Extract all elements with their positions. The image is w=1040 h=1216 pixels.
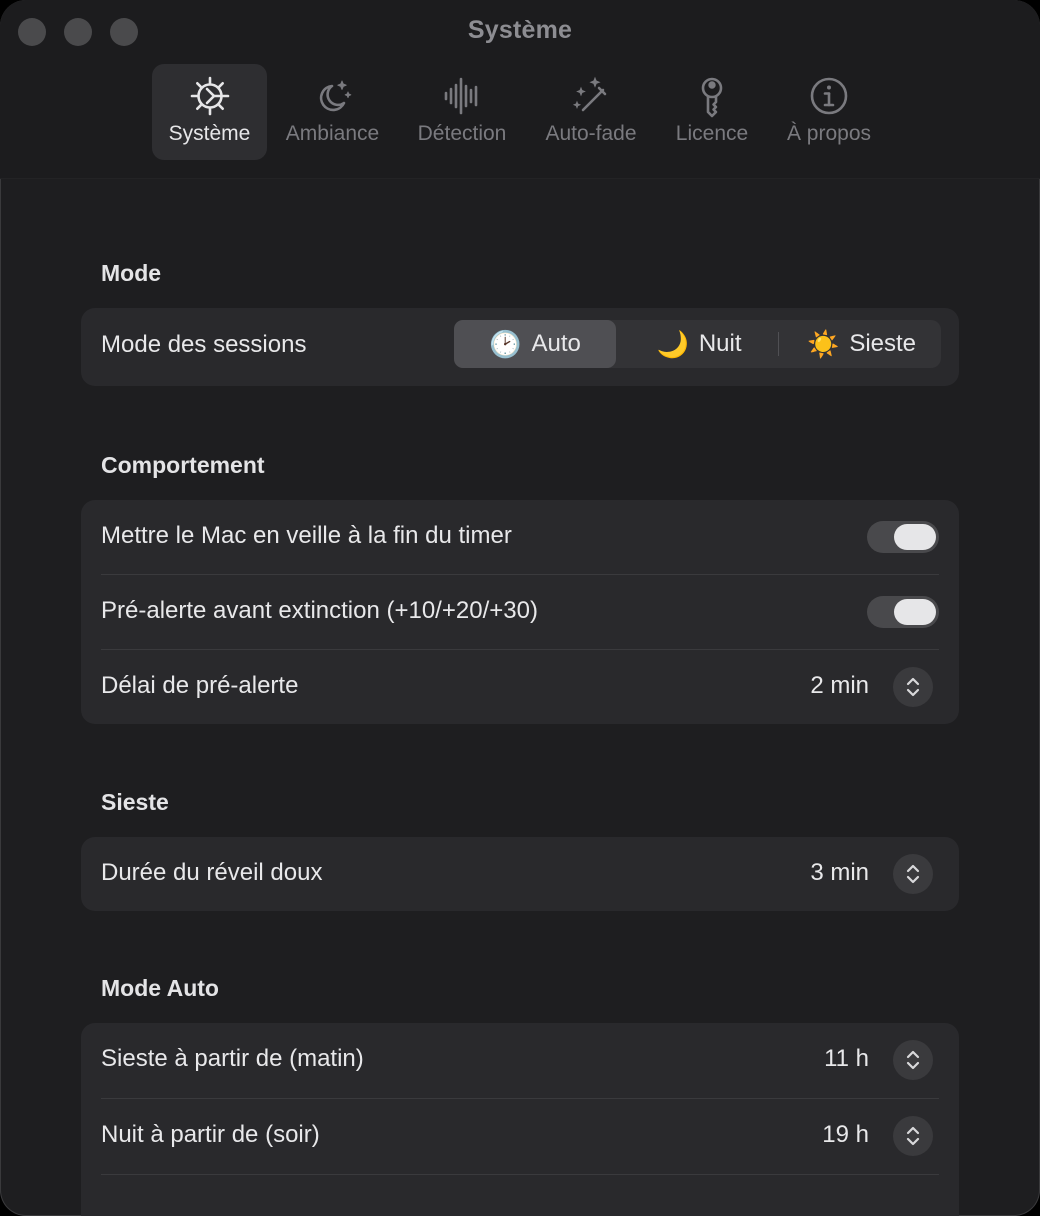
crescent-moon-icon: 🌙 xyxy=(656,328,689,359)
pre-alert-delay-stepper[interactable] xyxy=(893,667,933,707)
night-from-label: Nuit à partir de (soir) xyxy=(101,1121,320,1148)
settings-content: Mode Mode des sessions 🕑 Auto 🌙 Nuit ☀️ xyxy=(0,178,1040,1216)
nap-from-label: Sieste à partir de (matin) xyxy=(101,1045,364,1072)
session-mode-label: Mode des sessions xyxy=(101,331,307,358)
pre-alert-label: Pré-alerte avant extinction (+10/+20/+30… xyxy=(101,597,538,624)
waveform-icon xyxy=(440,74,484,118)
tab-label: Détection xyxy=(417,122,507,145)
soft-wake-label: Durée du réveil doux xyxy=(101,859,323,886)
night-from-row: Nuit à partir de (soir) 19 h xyxy=(81,1099,959,1174)
nap-from-row: Sieste à partir de (matin) 11 h xyxy=(81,1023,959,1098)
pre-alert-delay-value: 2 min xyxy=(810,672,869,699)
segment-label: Auto xyxy=(531,330,581,357)
section-title-mode-auto: Mode Auto xyxy=(101,975,219,1001)
chevron-up-down-icon xyxy=(906,677,920,697)
behavior-group: Mettre le Mac en veille à la fin du time… xyxy=(81,500,959,724)
soft-wake-value: 3 min xyxy=(810,859,869,886)
session-mode-row: Mode des sessions 🕑 Auto 🌙 Nuit ☀️ Siest… xyxy=(81,308,959,386)
night-from-stepper[interactable] xyxy=(893,1116,933,1156)
pre-alert-delay-row: Délai de pré-alerte 2 min xyxy=(81,650,959,724)
segment-sieste[interactable]: ☀️ Sieste xyxy=(789,320,934,368)
tab-label: Auto-fade xyxy=(545,122,637,145)
chevron-up-down-icon xyxy=(906,1126,920,1146)
section-title-comportement: Comportement xyxy=(101,452,265,478)
pre-alert-row: Pré-alerte avant extinction (+10/+20/+30… xyxy=(81,575,959,649)
night-from-value: 19 h xyxy=(822,1121,869,1148)
sun-icon: ☀️ xyxy=(806,328,840,359)
chevron-up-down-icon xyxy=(906,864,920,884)
segment-divider xyxy=(778,332,779,356)
segment-label: Nuit xyxy=(698,330,742,357)
tab-licence[interactable]: Licence xyxy=(666,64,758,160)
pre-alert-delay-label: Délai de pré-alerte xyxy=(101,672,299,699)
auto-group: Sieste à partir de (matin) 11 h Nuit à p… xyxy=(81,1023,959,1216)
nap-group: Durée du réveil doux 3 min xyxy=(81,837,959,911)
window-title: Système xyxy=(467,16,573,44)
nap-from-stepper[interactable] xyxy=(893,1040,933,1080)
pre-alert-toggle[interactable] xyxy=(867,596,939,628)
nap-from-value: 11 h xyxy=(824,1045,869,1072)
tab-auto-fade[interactable]: Auto-fade xyxy=(534,64,648,160)
sleep-mac-toggle[interactable] xyxy=(867,521,939,553)
section-title-mode: Mode xyxy=(101,260,162,286)
preferences-tabs: Système Ambiance Détection Auto-fade Lic… xyxy=(0,64,1040,160)
tab-ambiance[interactable]: Ambiance xyxy=(277,64,388,160)
segment-nuit[interactable]: 🌙 Nuit xyxy=(629,320,769,368)
segment-auto[interactable]: 🕑 Auto xyxy=(454,320,616,368)
sleep-mac-row: Mettre le Mac en veille à la fin du time… xyxy=(81,500,959,574)
tab-label: À propos xyxy=(786,122,872,145)
tab-label: Ambiance xyxy=(285,122,380,145)
soft-wake-row: Durée du réveil doux 3 min xyxy=(81,837,959,911)
key-icon xyxy=(690,74,734,118)
segment-label: Sieste xyxy=(849,330,917,357)
mode-group: Mode des sessions 🕑 Auto 🌙 Nuit ☀️ Siest… xyxy=(81,308,959,386)
section-title-sieste: Sieste xyxy=(101,789,169,815)
session-mode-segmented: 🕑 Auto 🌙 Nuit ☀️ Sieste xyxy=(454,320,941,368)
tab-detection[interactable]: Détection xyxy=(406,64,518,160)
tab-a-propos[interactable]: À propos xyxy=(776,64,882,160)
toggle-knob xyxy=(894,524,936,550)
magic-wand-icon xyxy=(569,74,613,118)
chevron-up-down-icon xyxy=(906,1050,920,1070)
sleep-mac-label: Mettre le Mac en veille à la fin du time… xyxy=(101,522,512,549)
moon-stars-icon xyxy=(311,74,355,118)
row-divider xyxy=(101,1174,939,1175)
tab-label: Licence xyxy=(675,122,749,145)
tab-systeme[interactable]: Système xyxy=(152,64,267,160)
preferences-window: Système Système Ambiance Détection Auto-… xyxy=(0,0,1040,1216)
soft-wake-stepper[interactable] xyxy=(893,854,933,894)
info-icon xyxy=(807,74,851,118)
toolbar: Système Système Ambiance Détection Auto-… xyxy=(0,0,1040,179)
toggle-knob xyxy=(894,599,936,625)
tab-label: Système xyxy=(168,122,251,145)
clock-icon: 🕑 xyxy=(489,328,522,359)
gear-icon xyxy=(188,74,232,118)
